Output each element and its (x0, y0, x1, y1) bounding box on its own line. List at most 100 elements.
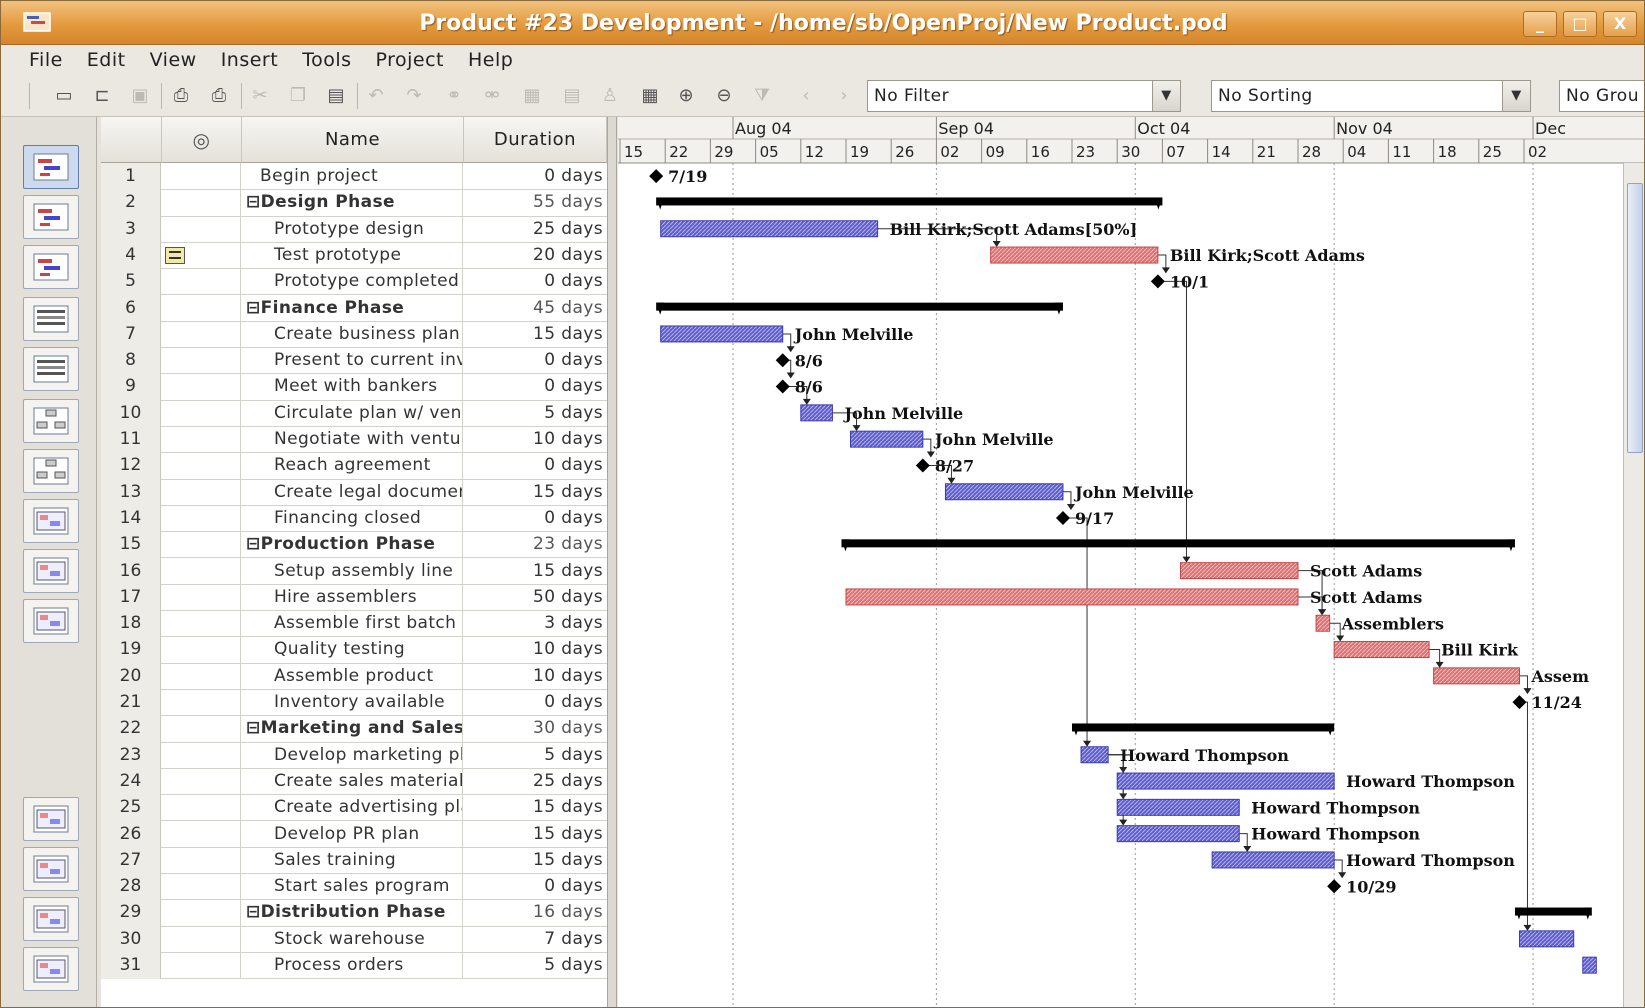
columns-icon[interactable]: ▦ (635, 82, 665, 110)
task-bar[interactable] (1116, 772, 1335, 790)
table-row[interactable]: 25 Create advertising pla 15 days (101, 794, 607, 822)
summary-bar[interactable] (1514, 907, 1592, 916)
task-name[interactable]: ⊟Distribution Phase (242, 899, 463, 927)
task-bar[interactable] (1080, 746, 1109, 764)
table-row[interactable]: 3 Prototype design 25 days (101, 215, 607, 243)
milestone-diamond[interactable] (1512, 695, 1527, 710)
task-name[interactable]: Circulate plan w/ vent (242, 399, 463, 427)
wbs-view-icon[interactable] (23, 449, 79, 493)
header-name[interactable]: Name (242, 117, 464, 163)
calendar-view-icon[interactable] (23, 499, 79, 543)
task-bar[interactable] (800, 404, 833, 422)
milestone-diamond[interactable] (1327, 879, 1342, 894)
milestone-diamond[interactable] (775, 379, 790, 394)
header-indicators[interactable]: ◎ (162, 117, 242, 163)
resource-form-view-icon[interactable] (23, 599, 79, 643)
assign-resources-icon[interactable]: ♙ (595, 82, 625, 110)
task-name[interactable]: Financing closed (242, 504, 463, 532)
notes-icon[interactable]: ▤ (557, 82, 587, 110)
table-row[interactable]: 21 Inventory available 0 days (101, 689, 607, 717)
milestone-diamond[interactable] (1055, 511, 1070, 526)
summary-bar[interactable] (656, 197, 1163, 206)
task-name[interactable]: Develop marketing pla (242, 741, 463, 769)
task-name[interactable]: Start sales program (242, 873, 463, 901)
task-bar[interactable] (1211, 851, 1335, 869)
task-duration[interactable]: 16 days (464, 899, 607, 926)
resource-view-icon[interactable] (23, 297, 79, 341)
menu-file[interactable]: File (17, 45, 75, 75)
task-name[interactable]: Prototype design (242, 215, 463, 243)
table-row[interactable]: 4 Test prototype 20 days (101, 241, 607, 270)
task-name[interactable]: Begin project (242, 163, 463, 190)
table-row[interactable]: 27 Sales training 15 days (101, 846, 607, 875)
scroll-left-icon[interactable]: ‹ (791, 82, 821, 110)
note-icon[interactable] (165, 246, 185, 264)
redo-icon[interactable]: ↷ (399, 82, 429, 110)
task-bar[interactable] (660, 325, 784, 343)
task-duration[interactable]: 0 days (464, 873, 607, 900)
task-duration[interactable]: 25 days (464, 768, 607, 795)
copy-icon[interactable]: ❐ (283, 82, 313, 110)
task-duration[interactable]: 5 days (464, 952, 607, 979)
table-row[interactable]: 20 Assemble product 10 days (101, 662, 607, 690)
gantt-canvas[interactable]: Aug 04 Sep 04 Oct 04 Nov 04 Dec 15 22 29 05 12 19 2… (618, 117, 1645, 1008)
histogram-view-icon[interactable] (23, 797, 79, 841)
task-name[interactable]: Setup assembly line (242, 557, 463, 585)
table-row[interactable]: 12 Reach agreement 0 days (101, 452, 607, 480)
task-duration[interactable]: 0 days (464, 347, 607, 374)
task-form-view-icon[interactable] (23, 549, 79, 593)
task-info-icon[interactable]: ▦ (517, 82, 547, 110)
table-row[interactable]: 14 Financing closed 0 days (101, 504, 607, 533)
report-view-icon[interactable] (23, 897, 79, 941)
table-row[interactable]: 19 Quality testing 10 days (101, 636, 607, 664)
table-row[interactable]: 11 Negotiate with venture 10 days (101, 426, 607, 454)
task-duration[interactable]: 15 days (464, 321, 607, 348)
table-row[interactable]: 17 Hire assemblers 50 days (101, 583, 607, 612)
critical-task-bar[interactable] (1315, 614, 1331, 632)
network-view-icon[interactable] (23, 399, 79, 443)
task-name[interactable]: Create legal document (242, 478, 463, 506)
save-icon[interactable]: ▣ (125, 82, 155, 110)
task-duration[interactable]: 23 days (464, 531, 607, 558)
zoom-out-icon[interactable]: ⊖ (709, 82, 739, 110)
task-name[interactable]: Stock warehouse (242, 925, 463, 953)
table-row[interactable]: 22 ⊟Marketing and Sales P 30 days (101, 715, 607, 743)
task-duration[interactable]: 15 days (464, 794, 607, 821)
summary-bar[interactable] (1072, 723, 1335, 732)
minimize-button[interactable]: _ (1523, 11, 1557, 37)
table-row[interactable]: 31 Process orders 5 days (101, 952, 607, 980)
task-bar[interactable] (1518, 930, 1575, 948)
task-duration[interactable]: 50 days (464, 584, 607, 611)
scroll-right-icon[interactable]: › (829, 82, 859, 110)
task-bar[interactable] (1582, 956, 1597, 974)
task-duration[interactable]: 10 days (464, 636, 607, 663)
task-name[interactable]: ⊟Production Phase (242, 531, 463, 559)
table-row[interactable]: 5 Prototype completed 0 days (101, 268, 607, 296)
maximize-button[interactable]: □ (1563, 11, 1597, 37)
title-bar[interactable]: Product #23 Development - /home/sb/OpenP… (1, 1, 1644, 45)
task-bar[interactable] (660, 220, 879, 238)
task-name[interactable]: Negotiate with venture (242, 426, 463, 453)
menu-project[interactable]: Project (364, 45, 457, 75)
critical-task-bar[interactable] (845, 588, 1299, 606)
table-row[interactable]: 26 Develop PR plan 15 days (101, 820, 607, 848)
chevron-down-icon[interactable]: ▼ (1502, 81, 1530, 111)
task-name[interactable]: Sales training (242, 846, 463, 874)
table-row[interactable]: 29 ⊟Distribution Phase 16 days (101, 899, 607, 927)
header-id[interactable] (101, 117, 162, 163)
table-row[interactable]: 6 ⊟Finance Phase 45 days (101, 294, 607, 322)
task-duration[interactable]: 15 days (464, 847, 607, 874)
menu-insert[interactable]: Insert (209, 45, 291, 75)
task-name[interactable]: Inventory available (242, 689, 463, 716)
sorting-select[interactable]: No Sorting ▼ (1211, 80, 1531, 112)
task-name[interactable]: Hire assemblers (242, 583, 463, 611)
milestone-diamond[interactable] (1150, 274, 1165, 289)
project-view-icon[interactable] (23, 947, 79, 991)
menu-help[interactable]: Help (456, 45, 525, 75)
task-duration[interactable]: 0 days (464, 163, 607, 190)
print-preview-icon[interactable]: ⎙ (204, 82, 234, 110)
task-duration[interactable]: 5 days (464, 742, 607, 769)
task-name[interactable]: Present to current inve (242, 347, 463, 375)
task-duration[interactable]: 45 days (464, 295, 607, 322)
task-duration[interactable]: 0 days (464, 505, 607, 532)
